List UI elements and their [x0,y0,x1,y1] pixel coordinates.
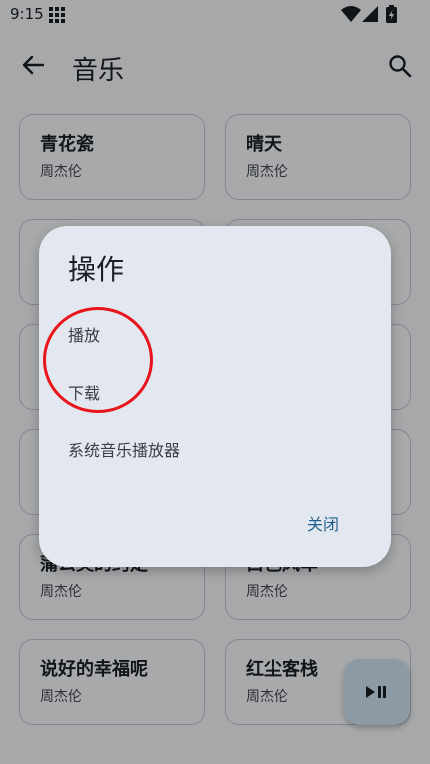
option-system-music-player[interactable]: 系统音乐播放器 [68,437,180,461]
close-button[interactable]: 关闭 [307,511,339,535]
dialog-title: 操作 [68,253,125,286]
highlight-circle [43,307,153,413]
